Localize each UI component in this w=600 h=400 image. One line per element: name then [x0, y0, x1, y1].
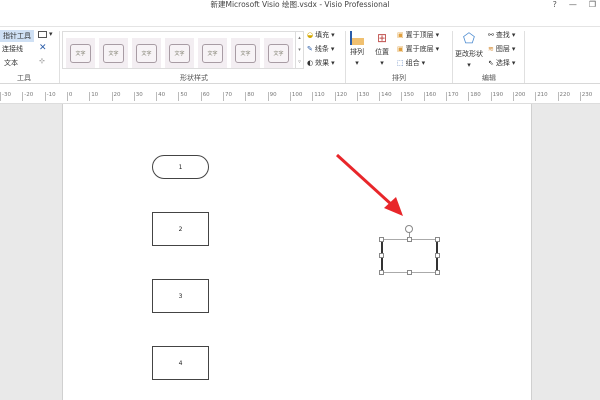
red-arrow-annotation — [335, 153, 403, 216]
